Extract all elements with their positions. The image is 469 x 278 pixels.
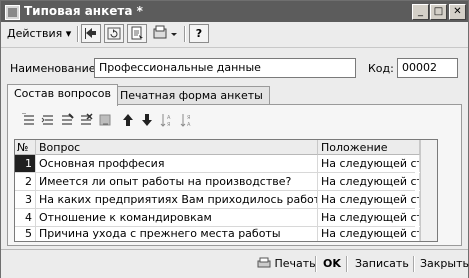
arrow-left-icon	[85, 28, 96, 39]
row-position[interactable]: На следующей строке	[318, 209, 420, 226]
table-row[interactable]: 5 Причина ухода с прежнего места работы …	[15, 227, 420, 241]
table-row[interactable]: 2 Имеется ли опыт работы на производстве…	[15, 173, 420, 191]
row-number: 5	[15, 227, 36, 241]
copy-row-icon[interactable]	[41, 113, 55, 127]
row-question[interactable]: Причина ухода с прежнего места работы	[36, 227, 318, 241]
title-bar[interactable]: Типовая анкета * _ □ ✕	[1, 1, 468, 22]
column-header-position[interactable]: Положение	[318, 140, 420, 155]
form-footer: Печать OK Записать Закрыть	[1, 249, 469, 278]
svg-text:A: A	[167, 115, 171, 121]
svg-text:Я: Я	[187, 115, 190, 121]
actions-menu-label: Действия	[7, 27, 63, 40]
row-question[interactable]: Имеется ли опыт работы на производстве?	[36, 173, 318, 190]
print-dropdown-icon	[153, 25, 177, 39]
edit-row-icon[interactable]	[60, 113, 74, 127]
questions-table[interactable]: № Вопрос Положение 1 Основная проффесия …	[14, 139, 438, 242]
refresh-button[interactable]	[104, 24, 124, 43]
maximize-button[interactable]: □	[430, 4, 447, 20]
fill-document-icon	[131, 26, 143, 40]
print-menu-button[interactable]	[151, 24, 181, 44]
ok-button[interactable]: OK	[319, 254, 345, 274]
tab-print-form[interactable]: Печатная форма анкеты	[113, 86, 270, 105]
row-position[interactable]: На следующей строке	[318, 191, 420, 208]
actions-menu-button[interactable]: Действия ▾	[7, 24, 71, 44]
footer-separator	[315, 256, 317, 272]
end-edit-icon[interactable]	[98, 113, 112, 127]
move-up-icon[interactable]	[121, 113, 135, 127]
svg-text:Я: Я	[167, 122, 170, 127]
sort-desc-icon[interactable]: ЯA	[180, 113, 194, 127]
sort-asc-icon[interactable]: AЯ	[160, 113, 174, 127]
name-input[interactable]: Профессиональные данные	[94, 58, 356, 78]
form-window: Типовая анкета * _ □ ✕ Действия ▾ ? Наим…	[0, 0, 469, 278]
add-row-icon[interactable]	[22, 113, 36, 127]
close-window-button[interactable]: ✕	[449, 4, 466, 20]
form-app-icon	[5, 5, 20, 20]
name-label: Наименование:	[10, 62, 100, 75]
table-row[interactable]: 4 Отношение к командировкам На следующей…	[15, 209, 420, 227]
delete-row-icon[interactable]	[79, 113, 93, 127]
table-row[interactable]: 3 На каких предприятиях Вам приходилось …	[15, 191, 420, 209]
close-button[interactable]: Закрыть	[416, 254, 469, 274]
column-header-number[interactable]: №	[15, 140, 36, 155]
table-scrollbar[interactable]	[420, 140, 437, 241]
tab-questions[interactable]: Состав вопросов	[7, 84, 118, 106]
move-down-icon[interactable]	[140, 113, 154, 127]
questions-panel: AЯ ЯA № Вопрос Положение 1 Основная проф…	[7, 104, 462, 246]
row-question[interactable]: На каких предприятиях Вам приходилось ра…	[36, 191, 318, 208]
save-button[interactable]: Записать	[351, 254, 413, 274]
row-position[interactable]: На следующей строке	[318, 155, 420, 172]
print-label: Печать	[274, 257, 316, 270]
fill-button[interactable]	[127, 24, 147, 43]
column-header-question[interactable]: Вопрос	[36, 140, 318, 155]
footer-separator	[413, 256, 415, 272]
code-input[interactable]: 00002	[397, 58, 458, 78]
print-button[interactable]: Печать	[253, 254, 320, 274]
toolbar-separator	[184, 26, 186, 42]
row-number: 3	[15, 191, 36, 208]
window-title: Типовая анкета *	[24, 4, 143, 18]
form-toolbar: Действия ▾ ?	[1, 22, 468, 48]
row-question[interactable]: Отношение к командировкам	[36, 209, 318, 226]
tab-control: Состав вопросов Печатная форма анкеты AЯ…	[7, 84, 462, 246]
printer-icon	[257, 257, 271, 268]
row-number: 1	[15, 155, 36, 172]
toolbar-separator	[77, 26, 79, 42]
code-label: Код:	[368, 62, 394, 75]
row-question[interactable]: Основная проффесия	[36, 155, 318, 172]
go-back-button[interactable]	[81, 24, 101, 43]
row-position[interactable]: На следующей строке	[318, 173, 420, 190]
help-button[interactable]: ?	[189, 24, 209, 43]
row-number: 2	[15, 173, 36, 190]
row-position[interactable]: На следующей строке	[318, 227, 420, 241]
minimize-button[interactable]: _	[412, 4, 429, 20]
chevron-down-icon: ▾	[65, 27, 72, 40]
row-number: 4	[15, 209, 36, 226]
svg-text:A: A	[187, 122, 191, 127]
table-row[interactable]: 1 Основная проффесия На следующей строке	[15, 155, 420, 173]
footer-separator	[346, 256, 348, 272]
refresh-icon	[107, 27, 121, 40]
